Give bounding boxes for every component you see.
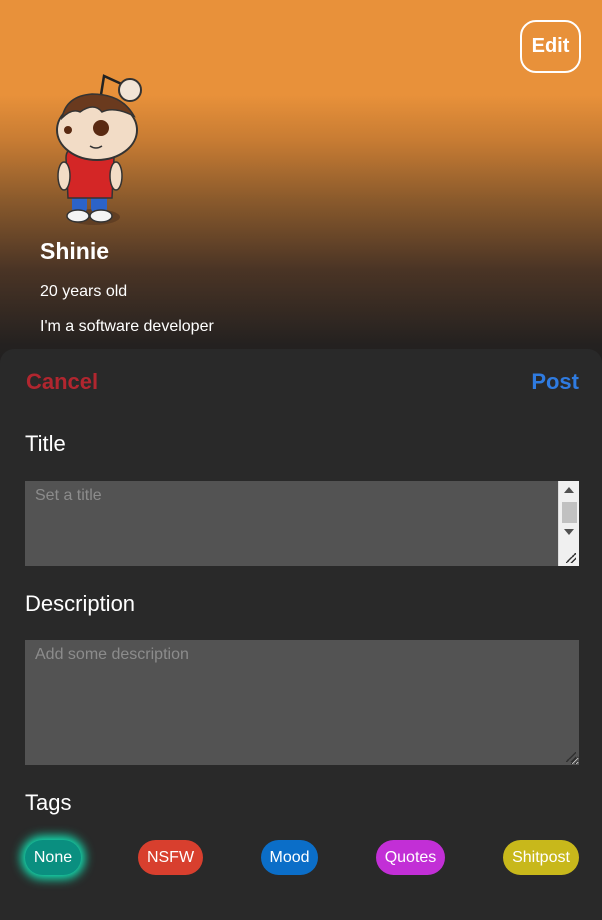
description-label: Description	[25, 591, 136, 616]
scroll-up-arrow-icon[interactable]	[564, 487, 574, 493]
post-button[interactable]: Post	[531, 369, 579, 395]
profile-age: 20 years old	[40, 283, 128, 300]
profile-page: Edit Shinie 20 years old I'm a software …	[0, 0, 602, 920]
tag-mood[interactable]: Mood	[261, 840, 318, 875]
profile-bio: I'm a software developer	[40, 318, 214, 335]
edit-profile-button[interactable]: Edit	[520, 20, 581, 73]
scroll-thumb[interactable]	[562, 502, 577, 523]
profile-header: Edit Shinie 20 years old I'm a software …	[0, 0, 602, 370]
description-input[interactable]	[25, 640, 579, 765]
avatar	[56, 74, 142, 225]
title-label: Title	[25, 431, 66, 456]
post-composer: Cancel Post Title Description Tags None …	[0, 349, 602, 920]
tag-shitpost[interactable]: Shitpost	[503, 840, 579, 875]
tags-label: Tags	[25, 790, 72, 815]
cancel-button[interactable]: Cancel	[26, 369, 98, 395]
description-resize-grip-icon[interactable]	[566, 752, 576, 762]
tag-none[interactable]: None	[25, 840, 81, 875]
tag-nsfw[interactable]: NSFW	[138, 840, 203, 875]
scroll-down-arrow-icon[interactable]	[564, 529, 574, 535]
title-input[interactable]	[25, 481, 579, 566]
profile-name: Shinie	[40, 238, 110, 264]
title-resize-grip-icon[interactable]	[566, 553, 576, 563]
tag-quotes[interactable]: Quotes	[376, 840, 445, 875]
